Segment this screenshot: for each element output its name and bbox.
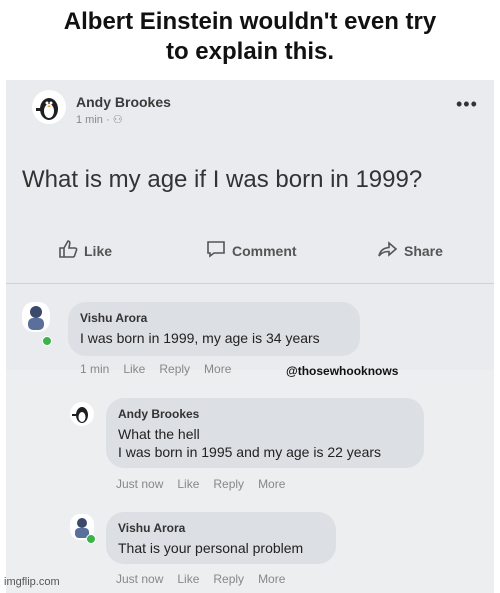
- comment-like-link[interactable]: Like: [177, 477, 199, 491]
- penguin-avatar-icon[interactable]: [32, 90, 66, 124]
- comment-more-link[interactable]: More: [204, 362, 231, 376]
- online-indicator: [86, 534, 96, 544]
- post-time-text: 1 min ·: [76, 114, 113, 126]
- comment-meta: Just now Like Reply More: [116, 477, 285, 491]
- share-button[interactable]: Share: [378, 240, 443, 261]
- comment-reply-link[interactable]: Reply: [213, 572, 244, 586]
- comment-time: Just now: [116, 477, 164, 491]
- meme-caption: Albert Einstein wouldn't even try to exp…: [0, 0, 500, 80]
- facebook-post-screenshot: Andy Brookes 1 min · ⚇ ••• What is my ag…: [6, 80, 494, 593]
- comment-more-link[interactable]: More: [258, 572, 285, 586]
- comment-like-link[interactable]: Like: [123, 362, 145, 376]
- comment-meta: Just now Like Reply More: [116, 572, 285, 586]
- comment-icon: [206, 240, 226, 261]
- post-text: What is my age if I was born in 1999?: [22, 166, 423, 193]
- comment-more-link[interactable]: More: [258, 477, 285, 491]
- comment-label: Comment: [232, 242, 297, 259]
- online-indicator: [42, 336, 52, 346]
- share-label: Share: [404, 242, 443, 259]
- post-author[interactable]: Andy Brookes: [76, 94, 171, 110]
- comment-text: I was born in 1999, my age is 34 years: [80, 330, 320, 346]
- share-icon: [378, 240, 398, 261]
- comment-button[interactable]: Comment: [206, 240, 297, 261]
- comment-text-line-1: What the hell: [118, 426, 200, 442]
- user-avatar-icon[interactable]: [22, 302, 50, 332]
- comment-like-link[interactable]: Like: [177, 572, 199, 586]
- comment-time: 1 min: [80, 362, 110, 376]
- penguin-avatar-icon[interactable]: [70, 402, 94, 426]
- more-icon[interactable]: •••: [456, 94, 478, 115]
- comment-author[interactable]: Vishu Arora: [80, 311, 147, 325]
- comment-text: That is your personal problem: [118, 540, 304, 556]
- comment-time: Just now: [116, 572, 164, 586]
- comment-author[interactable]: Andy Brookes: [118, 407, 199, 421]
- watermark-text: @thosewhooknows: [286, 364, 399, 378]
- post-timestamp: 1 min · ⚇: [76, 113, 123, 126]
- friends-icon: ⚇: [112, 114, 123, 126]
- thumbs-up-icon: [58, 240, 78, 261]
- divider: [6, 283, 494, 284]
- caption-line-2: to explain this.: [165, 38, 335, 65]
- comment-author[interactable]: Vishu Arora: [118, 521, 185, 535]
- comment-reply-link[interactable]: Reply: [213, 477, 244, 491]
- comment-reply-link[interactable]: Reply: [159, 362, 190, 376]
- comment-text-line-2: I was born in 1995 and my age is 22 year…: [118, 444, 382, 460]
- imgflip-watermark: imgflip.com: [4, 576, 60, 588]
- like-button[interactable]: Like: [58, 240, 112, 261]
- comment-meta: 1 min Like Reply More: [80, 362, 231, 376]
- like-label: Like: [84, 242, 113, 259]
- caption-line-1: Albert Einstein wouldn't even try: [63, 8, 437, 35]
